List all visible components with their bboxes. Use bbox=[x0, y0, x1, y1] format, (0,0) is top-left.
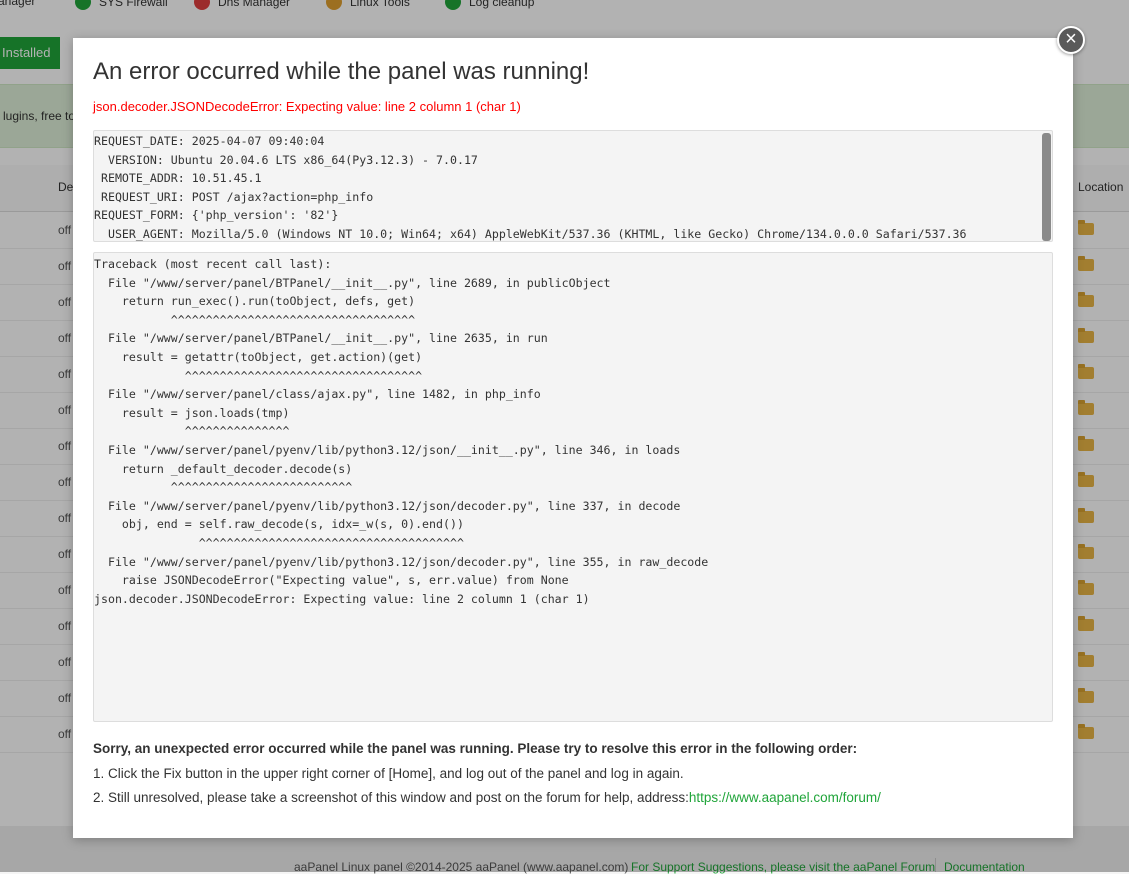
traceback-box[interactable]: Traceback (most recent call last): File … bbox=[93, 252, 1053, 722]
sorry-message: Sorry, an unexpected error occurred whil… bbox=[93, 741, 858, 756]
traceback-line: File "/www/server/panel/BTPanel/__init__… bbox=[94, 331, 548, 346]
traceback-line: return _default_decoder.decode(s) bbox=[94, 461, 353, 476]
resolution-step-2-text: 2. Still unresolved, please take a scree… bbox=[93, 790, 689, 805]
close-dialog-button[interactable]: × bbox=[1057, 26, 1085, 54]
traceback-line: json.decoder.JSONDecodeError: Expecting … bbox=[94, 591, 590, 606]
traceback-line: result = json.loads(tmp) bbox=[94, 405, 290, 420]
traceback-line: File "/www/server/panel/pyenv/lib/python… bbox=[94, 442, 681, 457]
traceback-line: File "/www/server/panel/class/ajax.py", … bbox=[94, 387, 541, 402]
traceback-line: obj, end = self.raw_decode(s, idx=_w(s, … bbox=[94, 517, 464, 532]
traceback-line: ^^^^^^^^^^^^^^^ bbox=[94, 424, 290, 439]
traceback-text: Traceback (most recent call last): File … bbox=[94, 253, 1052, 608]
request-line: REQUEST_URI: POST /ajax?action=php_info bbox=[94, 189, 374, 204]
resolution-step-1: 1. Click the Fix button in the upper rig… bbox=[93, 766, 684, 781]
traceback-line: ^^^^^^^^^^^^^^^^^^^^^^^^^^ bbox=[94, 480, 353, 495]
request-line: VERSION: Ubuntu 20.04.6 LTS x86_64(Py3.1… bbox=[94, 152, 478, 167]
error-summary: json.decoder.JSONDecodeError: Expecting … bbox=[93, 99, 521, 114]
error-dialog: An error occurred while the panel was ru… bbox=[73, 38, 1073, 838]
traceback-line: return run_exec().run(toObject, defs, ge… bbox=[94, 294, 416, 309]
request-info-text: REQUEST_DATE: 2025-04-07 09:40:04 VERSIO… bbox=[94, 131, 1052, 241]
traceback-line: ^^^^^^^^^^^^^^^^^^^^^^^^^^^^^^^^^^^^^^ bbox=[94, 535, 464, 550]
request-line: REQUEST_DATE: 2025-04-07 09:40:04 bbox=[94, 134, 325, 148]
traceback-line: result = getattr(toObject, get.action)(g… bbox=[94, 349, 423, 364]
traceback-line: raise JSONDecodeError("Expecting value",… bbox=[94, 573, 569, 588]
request-info-box[interactable]: REQUEST_DATE: 2025-04-07 09:40:04 VERSIO… bbox=[93, 130, 1053, 242]
request-line: REQUEST_FORM: {'php_version': '82'} bbox=[94, 208, 339, 223]
dialog-title: An error occurred while the panel was ru… bbox=[93, 58, 590, 85]
close-icon: × bbox=[1065, 28, 1077, 50]
request-line: REMOTE_ADDR: 10.51.45.1 bbox=[94, 171, 262, 186]
forum-link[interactable]: https://www.aapanel.com/forum/ bbox=[689, 790, 881, 805]
traceback-line: File "/www/server/panel/pyenv/lib/python… bbox=[94, 554, 709, 569]
traceback-line: ^^^^^^^^^^^^^^^^^^^^^^^^^^^^^^^^^^ bbox=[94, 368, 423, 383]
traceback-line: ^^^^^^^^^^^^^^^^^^^^^^^^^^^^^^^^^^^ bbox=[94, 312, 416, 327]
resolution-step-2: 2. Still unresolved, please take a scree… bbox=[93, 790, 881, 805]
traceback-line: File "/www/server/panel/pyenv/lib/python… bbox=[94, 498, 681, 513]
scrollbar[interactable] bbox=[1042, 133, 1051, 241]
traceback-line: File "/www/server/panel/BTPanel/__init__… bbox=[94, 275, 611, 290]
traceback-line: Traceback (most recent call last): bbox=[94, 257, 332, 271]
request-line: USER_AGENT: Mozilla/5.0 (Windows NT 10.0… bbox=[94, 226, 967, 241]
